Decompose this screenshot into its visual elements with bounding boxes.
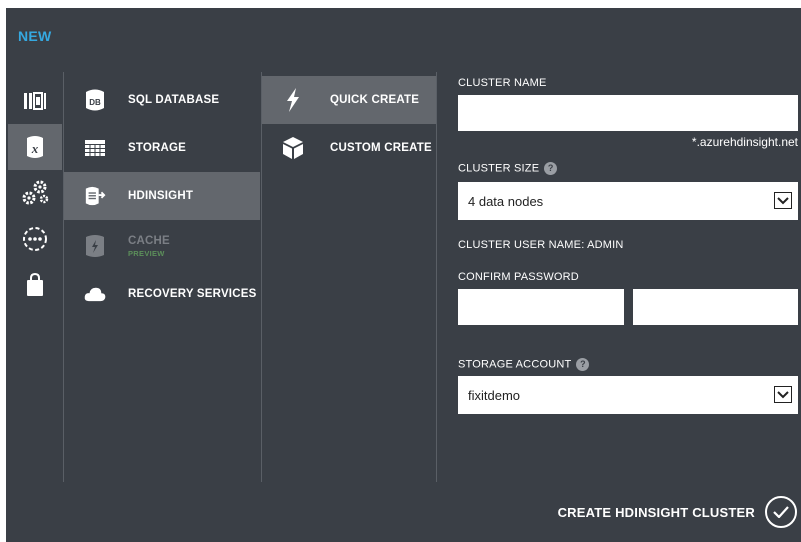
category-label: SQL DATABASE	[128, 94, 220, 106]
strip-app-services[interactable]	[8, 170, 62, 216]
cluster-size-select[interactable]: 4 data nodes	[458, 182, 798, 220]
hdinsight-icon	[85, 186, 106, 206]
svg-text:DB: DB	[89, 98, 101, 107]
password-input[interactable]	[458, 289, 624, 325]
category-label: RECOVERY SERVICES	[128, 288, 257, 300]
cluster-size-value: 4 data nodes	[468, 193, 544, 209]
checkmark-icon	[765, 496, 797, 528]
category-sql-database[interactable]: DB SQL DATABASE	[64, 76, 260, 124]
strip-compute-services[interactable]	[8, 78, 62, 124]
category-label: CACHE PREVIEW	[128, 235, 170, 258]
strip-store[interactable]	[8, 262, 62, 308]
option-quick-create[interactable]: QUICK CREATE	[262, 76, 436, 124]
category-hdinsight[interactable]: HDINSIGHT	[64, 172, 260, 220]
category-cache: CACHE PREVIEW	[64, 222, 260, 270]
data-services-icon: x	[27, 136, 43, 158]
strip-data-services[interactable]: x	[8, 124, 62, 170]
confirm-password-input[interactable]	[633, 289, 798, 325]
category-label: STORAGE	[128, 142, 187, 154]
storage-account-value: fixitdemo	[468, 387, 521, 403]
cluster-name-label: CLUSTER NAME	[458, 77, 547, 89]
cluster-user-label: CLUSTER USER NAME: ADMIN	[458, 239, 624, 251]
storage-account-label-text: STORAGE ACCOUNT	[458, 358, 572, 371]
help-icon[interactable]: ?	[544, 162, 558, 175]
create-cluster-label: CREATE HDINSIGHT CLUSTER	[557, 504, 755, 520]
chevron-down-icon[interactable]	[774, 192, 792, 209]
dialog-title: NEW	[18, 28, 52, 44]
category-label-text: CACHE	[128, 234, 170, 247]
database-icon: DB	[86, 89, 104, 111]
new-service-dialog: NEW x DB SQL DATABASE STORAGE HDINSIGHT …	[6, 8, 801, 542]
preview-badge: PREVIEW	[128, 248, 165, 258]
cache-icon	[86, 235, 104, 257]
chevron-down-icon[interactable]	[774, 386, 792, 403]
help-icon[interactable]: ?	[576, 358, 590, 371]
network-services-icon	[23, 227, 47, 251]
category-recovery-services[interactable]: RECOVERY SERVICES	[64, 270, 260, 318]
table-storage-icon	[85, 140, 105, 156]
option-label: CUSTOM CREATE	[330, 142, 432, 154]
compute-grid-icon	[24, 92, 46, 110]
cluster-name-input[interactable]	[458, 95, 798, 131]
confirm-password-label: CONFIRM PASSWORD	[458, 271, 579, 283]
strip-network-services[interactable]	[8, 216, 62, 262]
cluster-size-label-text: CLUSTER SIZE	[458, 162, 540, 175]
category-storage[interactable]: STORAGE	[64, 124, 260, 172]
option-custom-create[interactable]: CUSTOM CREATE	[262, 124, 436, 172]
category-label: HDINSIGHT	[128, 190, 194, 202]
domain-suffix: *.azurehdinsight.net	[691, 135, 798, 149]
create-cluster-button[interactable]: CREATE HDINSIGHT CLUSTER	[558, 496, 797, 528]
app-services-icon	[22, 180, 49, 205]
store-icon	[27, 273, 43, 296]
svg-text:x: x	[31, 141, 39, 156]
storage-account-label: STORAGE ACCOUNT?	[458, 358, 590, 371]
storage-account-select[interactable]: fixitdemo	[458, 376, 798, 414]
cloud-icon	[84, 287, 106, 302]
lightning-icon	[287, 88, 299, 112]
divider	[436, 72, 437, 482]
cluster-size-label: CLUSTER SIZE?	[458, 162, 558, 175]
box-icon	[283, 137, 303, 159]
option-label: QUICK CREATE	[330, 94, 420, 106]
